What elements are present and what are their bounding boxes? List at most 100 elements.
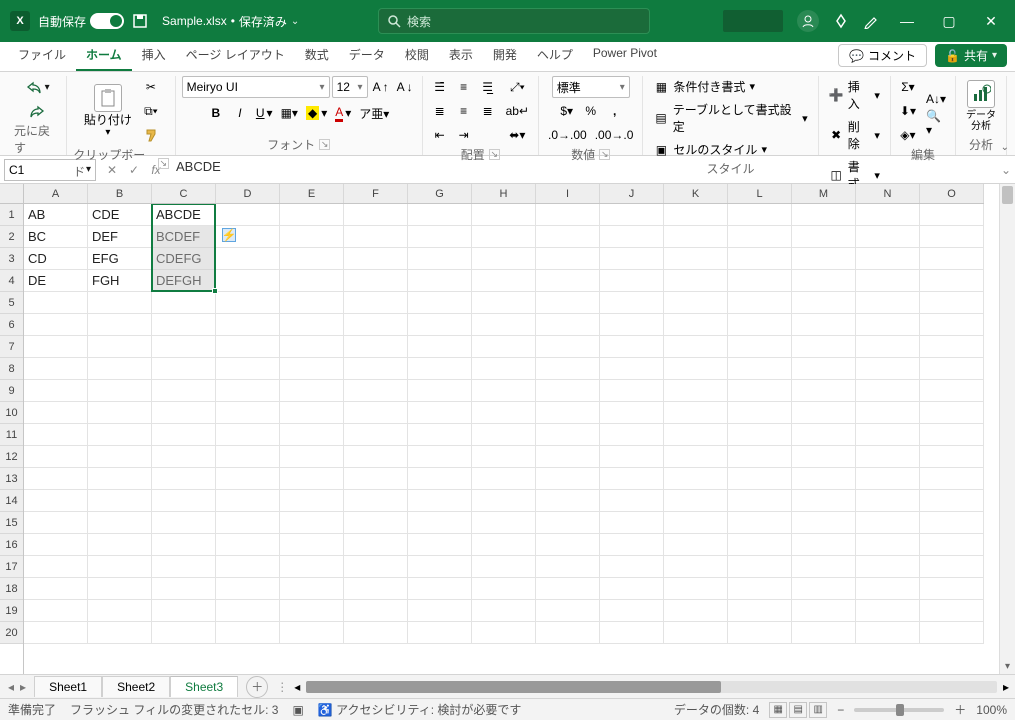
cell-E11[interactable] — [280, 424, 344, 446]
cell-B6[interactable] — [88, 314, 152, 336]
cell-G6[interactable] — [408, 314, 472, 336]
cell-C19[interactable] — [152, 600, 216, 622]
cell-J19[interactable] — [600, 600, 664, 622]
cell-N6[interactable] — [856, 314, 920, 336]
cell-K20[interactable] — [664, 622, 728, 644]
cell-J1[interactable] — [600, 204, 664, 226]
cell-M19[interactable] — [792, 600, 856, 622]
cell-L10[interactable] — [728, 402, 792, 424]
cell-M6[interactable] — [792, 314, 856, 336]
row-header-5[interactable]: 5 — [0, 292, 23, 314]
ribbon-tab-表示[interactable]: 表示 — [439, 40, 483, 71]
cell-F7[interactable] — [344, 336, 408, 358]
worksheet[interactable]: ABCDEFGHIJKLMNO 123456789101112131415161… — [0, 184, 1015, 674]
cell-J18[interactable] — [600, 578, 664, 600]
paste-button[interactable]: 貼り付け▾ — [80, 82, 136, 140]
cell-D19[interactable] — [216, 600, 280, 622]
col-header-O[interactable]: O — [920, 184, 984, 203]
cell-A9[interactable] — [24, 380, 88, 402]
cell-J9[interactable] — [600, 380, 664, 402]
align-left-button[interactable]: ≣ — [429, 100, 451, 122]
row-header-19[interactable]: 19 — [0, 600, 23, 622]
cell-E17[interactable] — [280, 556, 344, 578]
row-header-13[interactable]: 13 — [0, 468, 23, 490]
sheet-nav-next[interactable]: ▸ — [20, 680, 26, 694]
cell-M18[interactable] — [792, 578, 856, 600]
cell-H2[interactable] — [472, 226, 536, 248]
cell-B10[interactable] — [88, 402, 152, 424]
cell-K9[interactable] — [664, 380, 728, 402]
font-size-combo[interactable]: 12▾ — [332, 76, 368, 98]
cell-G3[interactable] — [408, 248, 472, 270]
cell-H9[interactable] — [472, 380, 536, 402]
cell-H4[interactable] — [472, 270, 536, 292]
ribbon-tab-数式[interactable]: 数式 — [295, 40, 339, 71]
font-color-button[interactable]: A▾ — [332, 102, 354, 124]
cell-H3[interactable] — [472, 248, 536, 270]
align-bottom-button[interactable]: ☰̲ — [477, 76, 499, 98]
cell-E13[interactable] — [280, 468, 344, 490]
cell-H17[interactable] — [472, 556, 536, 578]
row-header-4[interactable]: 4 — [0, 270, 23, 292]
cell-D20[interactable] — [216, 622, 280, 644]
row-header-16[interactable]: 16 — [0, 534, 23, 556]
cell-K18[interactable] — [664, 578, 728, 600]
cell-K15[interactable] — [664, 512, 728, 534]
fill-button[interactable]: ⬇▾ — [897, 100, 919, 122]
cell-E1[interactable] — [280, 204, 344, 226]
cell-D12[interactable] — [216, 446, 280, 468]
cell-L17[interactable] — [728, 556, 792, 578]
cell-N14[interactable] — [856, 490, 920, 512]
bold-button[interactable]: B — [205, 102, 227, 124]
cell-O2[interactable] — [920, 226, 984, 248]
phonetic-button[interactable]: ア亜▾ — [356, 102, 392, 124]
cell-O20[interactable] — [920, 622, 984, 644]
cell-C14[interactable] — [152, 490, 216, 512]
cell-C7[interactable] — [152, 336, 216, 358]
cell-C11[interactable] — [152, 424, 216, 446]
cut-button[interactable]: ✂ — [140, 76, 162, 98]
sheet-tab-Sheet3[interactable]: Sheet3 — [170, 676, 238, 697]
cell-C10[interactable] — [152, 402, 216, 424]
view-pagelayout-button[interactable]: ▤ — [789, 702, 807, 718]
sheet-nav-prev[interactable]: ◂ — [8, 680, 14, 694]
cell-I7[interactable] — [536, 336, 600, 358]
cell-O19[interactable] — [920, 600, 984, 622]
cell-N12[interactable] — [856, 446, 920, 468]
cell-M3[interactable] — [792, 248, 856, 270]
clear-button[interactable]: ◈▾ — [897, 124, 919, 146]
cell-C1[interactable]: ABCDE — [152, 204, 216, 226]
cell-A20[interactable] — [24, 622, 88, 644]
row-header-14[interactable]: 14 — [0, 490, 23, 512]
autosave-toggle[interactable]: 自動保存 — [38, 13, 124, 30]
column-headers[interactable]: ABCDEFGHIJKLMNO — [24, 184, 984, 204]
zoom-in-button[interactable]: ＋ — [954, 701, 966, 718]
cell-O8[interactable] — [920, 358, 984, 380]
font-name-combo[interactable]: Meiryo UI▾ — [182, 76, 330, 98]
col-header-B[interactable]: B — [88, 184, 152, 203]
orientation-button[interactable]: ⤢▾ — [503, 76, 532, 98]
cell-H1[interactable] — [472, 204, 536, 226]
cell-L13[interactable] — [728, 468, 792, 490]
cell-A13[interactable] — [24, 468, 88, 490]
ribbon-tab-開発[interactable]: 開発 — [483, 40, 527, 71]
pencil-icon[interactable] — [863, 13, 879, 29]
cell-J12[interactable] — [600, 446, 664, 468]
minimize-button[interactable]: — — [893, 13, 921, 29]
col-header-F[interactable]: F — [344, 184, 408, 203]
cell-M11[interactable] — [792, 424, 856, 446]
cell-G10[interactable] — [408, 402, 472, 424]
cell-M5[interactable] — [792, 292, 856, 314]
col-header-M[interactable]: M — [792, 184, 856, 203]
cell-M13[interactable] — [792, 468, 856, 490]
cell-O10[interactable] — [920, 402, 984, 424]
cell-I11[interactable] — [536, 424, 600, 446]
sort-filter-button[interactable]: A↓▾ — [923, 88, 949, 110]
cell-G5[interactable] — [408, 292, 472, 314]
cell-D11[interactable] — [216, 424, 280, 446]
cell-N11[interactable] — [856, 424, 920, 446]
cell-B9[interactable] — [88, 380, 152, 402]
cell-C15[interactable] — [152, 512, 216, 534]
col-header-K[interactable]: K — [664, 184, 728, 203]
cell-F17[interactable] — [344, 556, 408, 578]
